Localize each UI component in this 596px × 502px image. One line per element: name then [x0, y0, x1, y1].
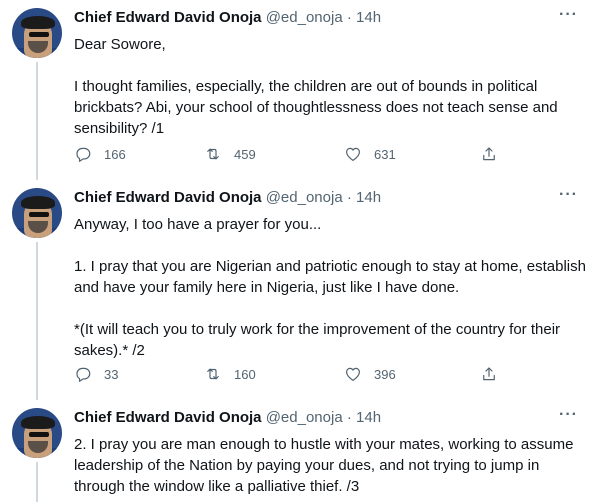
like-button[interactable]: 631: [344, 145, 396, 163]
retweet-icon: [207, 368, 219, 380]
author-name[interactable]: Chief Edward David Onoja: [74, 409, 262, 426]
like-count: 396: [374, 366, 396, 382]
like-count: 631: [374, 146, 396, 162]
author-handle[interactable]: @ed_onoja: [266, 409, 343, 426]
retweet-button[interactable]: 160: [204, 365, 256, 383]
tweet-paragraph: Dear Sowore,: [74, 36, 166, 53]
share-icon: [483, 367, 495, 381]
thread-line: [36, 242, 38, 400]
tweet-2[interactable]: Chief Edward David Onoja @ed_onoja · 14h…: [0, 180, 596, 400]
thread-line: [36, 62, 38, 180]
share-button[interactable]: [480, 365, 510, 383]
avatar[interactable]: [12, 408, 62, 458]
reply-button[interactable]: 33: [74, 365, 118, 383]
tweet-paragraph: 1. I pray that you are Nigerian and patr…: [74, 258, 586, 296]
more-options-icon[interactable]: ···: [559, 406, 578, 424]
retweet-count: 160: [234, 366, 256, 382]
tweet-actions: 166 459 631: [74, 145, 544, 167]
heart-icon: [346, 147, 360, 161]
author-handle[interactable]: @ed_onoja: [266, 9, 343, 26]
retweet-button[interactable]: 459: [204, 145, 256, 163]
tweet-paragraph: I thought families, especially, the chil…: [74, 78, 558, 137]
tweet-text: 2. I pray you are man enough to hustle w…: [74, 434, 586, 497]
tweet-text: Anyway, I too have a prayer for you... 1…: [74, 214, 586, 361]
avatar[interactable]: [12, 188, 62, 238]
heart-icon: [346, 367, 360, 381]
author-name[interactable]: Chief Edward David Onoja: [74, 189, 262, 206]
tweet-time[interactable]: 14h: [356, 409, 381, 426]
tweet-paragraph: 2. I pray you are man enough to hustle w…: [74, 436, 574, 495]
tweet-paragraph: *(It will teach you to truly work for th…: [74, 321, 561, 359]
reply-icon: [76, 367, 91, 382]
avatar[interactable]: [12, 8, 62, 58]
share-icon: [483, 147, 495, 161]
tweet-3[interactable]: Chief Edward David Onoja @ed_onoja · 14h…: [0, 400, 596, 502]
more-options-icon[interactable]: ···: [559, 186, 578, 204]
reply-count: 33: [104, 366, 119, 382]
reply-icon: [76, 147, 91, 162]
thread-line: [36, 462, 38, 502]
tweet-1[interactable]: Chief Edward David Onoja @ed_onoja · 14h…: [0, 0, 596, 180]
retweet-count: 459: [234, 146, 256, 162]
tweet-time[interactable]: 14h: [356, 189, 381, 206]
author-handle[interactable]: @ed_onoja: [266, 189, 343, 206]
reply-count: 166: [104, 146, 126, 162]
retweet-icon: [207, 148, 219, 160]
tweet-header: Chief Edward David Onoja @ed_onoja · 14h: [74, 409, 382, 426]
tweet-header: Chief Edward David Onoja @ed_onoja · 14h: [74, 189, 382, 206]
tweet-text: Dear Sowore, I thought families, especia…: [74, 34, 586, 139]
reply-button[interactable]: 166: [74, 145, 126, 163]
tweet-paragraph: Anyway, I too have a prayer for you...: [74, 216, 322, 233]
share-button[interactable]: [480, 145, 510, 163]
author-name[interactable]: Chief Edward David Onoja: [74, 9, 262, 26]
tweet-header: Chief Edward David Onoja @ed_onoja · 14h: [74, 9, 382, 26]
like-button[interactable]: 396: [344, 365, 396, 383]
tweet-time[interactable]: 14h: [356, 9, 381, 26]
tweet-actions: 33 160 396: [74, 365, 544, 387]
more-options-icon[interactable]: ···: [559, 6, 578, 24]
